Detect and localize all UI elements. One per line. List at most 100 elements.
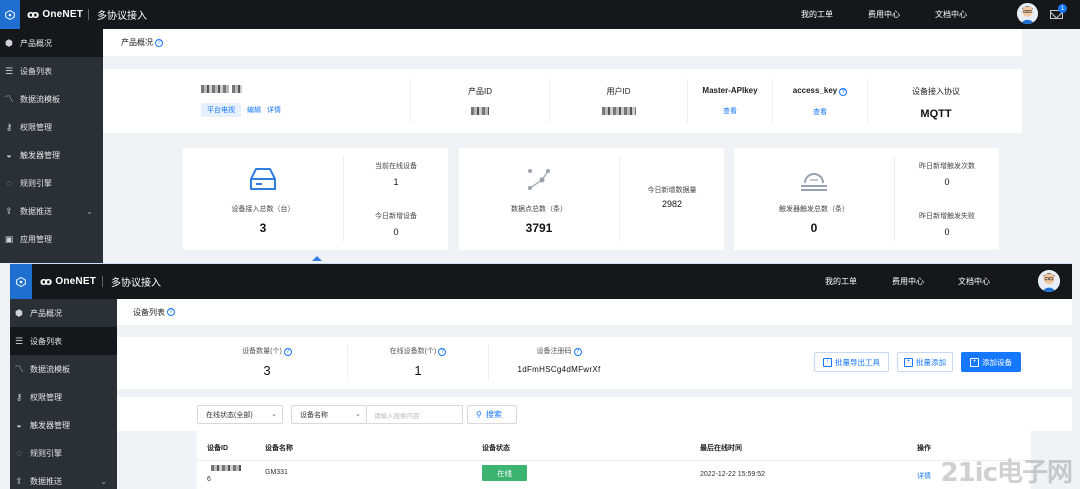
key-icon: ⚷ — [15, 392, 23, 402]
col-last-online: 最后在线时间 — [700, 445, 742, 452]
status-filter-select[interactable]: 在线状态(全部) ⌄ — [197, 405, 283, 424]
batch-export-button[interactable]: ↑ 批量导出工具 — [814, 352, 889, 372]
add-device-button[interactable]: + 添加设备 — [961, 352, 1021, 372]
product-tag: 平台电视 — [201, 103, 241, 117]
onenet-logo[interactable]: ꝏ OneNET — [40, 264, 96, 299]
help-icon[interactable]: ? — [573, 348, 582, 356]
sidebar-item-data-push[interactable]: ⇪ 数据推送 ⌄ — [0, 197, 103, 225]
top-bar: ꝏ OneNET 多协议接入 我的工单 费用中心 文档中心 — [10, 264, 1072, 299]
sidebar-item-app-management[interactable]: ▣ 应用管理 — [0, 225, 103, 253]
list-icon: ☰ — [14, 336, 24, 346]
col-device-id: 设备ID — [207, 445, 228, 452]
online-devices: 1 — [393, 177, 399, 187]
yesterday-triggers: 0 — [944, 177, 950, 187]
logo-loops-icon: ꝏ — [40, 276, 53, 288]
cube-icon: ⬢ — [15, 308, 23, 318]
nav-docs[interactable]: 文档中心 — [935, 0, 967, 29]
batch-add-button[interactable]: + 批量添加 — [897, 352, 953, 372]
add-device-icon: + — [970, 357, 979, 367]
help-icon[interactable]: ? — [167, 308, 175, 316]
sidebar-item-data-push[interactable]: ⇪ 数据推送 ⌄ — [10, 467, 117, 489]
user-avatar[interactable] — [1038, 270, 1060, 292]
chart-line-icon: 〽 — [4, 94, 14, 104]
nav-docs[interactable]: 文档中心 — [958, 264, 990, 299]
push-icon: ⇪ — [15, 476, 23, 486]
alarm-bell-icon — [801, 173, 827, 191]
help-icon[interactable]: ? — [283, 348, 292, 356]
product-title: 多协议接入 — [111, 278, 161, 289]
sidebar: ⬢ 产品概况 ☰ 设备列表 〽数据流模板 ⚷ 权限管理 ◒ 触发器管理 ◌ 规则引擎 ⇪ 数… — [10, 299, 117, 489]
sidebar-item-permissions[interactable]: ⚷ 权限管理 — [10, 383, 117, 411]
search-button[interactable]: ⚲ 搜索 — [467, 405, 517, 424]
sidebar-item-device-list[interactable]: ☰ 设备列表 — [0, 57, 103, 85]
online-count: 1 — [414, 363, 422, 378]
hexagon-icon — [5, 9, 15, 20]
help-icon[interactable]: ? — [155, 38, 163, 47]
sidebar-item-triggers[interactable]: ◒ 触发器管理 — [0, 141, 103, 169]
sidebar: ⬢ 产品概况 ☰ 设备列表 〽数据流模板 ⚷ 权限管理 ◒ 触发器管理 ◌ 规则引擎 ⇪ 数… — [0, 29, 103, 263]
hexagon-icon — [16, 276, 26, 287]
view-apikey-link[interactable]: 查看 — [688, 106, 772, 116]
search-input[interactable]: 请输入搜索内容 — [367, 405, 463, 424]
app-icon: ▣ — [4, 234, 14, 244]
product-name-block: 平台电视 编辑 详情 — [163, 69, 303, 133]
device-count: 3 — [263, 363, 271, 378]
cube-icon: ⬢ — [5, 38, 13, 48]
sidebar-item-datastream-template[interactable]: 〽数据流模板 — [0, 85, 103, 113]
view-access-key-link[interactable]: 查看 — [773, 107, 867, 117]
top-bar: ꝏ OneNET 多协议接入 我的工单 费用中心 文档中心 1 — [0, 0, 1080, 29]
sidebar-item-triggers[interactable]: ◒ 触发器管理 — [10, 411, 117, 439]
console-home-icon[interactable] — [10, 264, 32, 299]
edit-link[interactable]: 编辑 — [247, 107, 261, 114]
detail-link[interactable]: 详情 — [917, 471, 931, 481]
device-id-redacted — [211, 465, 241, 473]
divider — [102, 276, 103, 287]
nav-my-tickets[interactable]: 我的工单 — [825, 264, 857, 299]
search-icon: ⚲ — [476, 410, 482, 419]
search-field-select[interactable]: 设备名称 ⌄ — [291, 405, 367, 424]
device-stat-card: 设备接入总数（台） 3 当前在线设备 1 今日新增设备 0 — [183, 148, 448, 250]
notification-badge: 1 — [1058, 4, 1067, 13]
nav-my-tickets[interactable]: 我的工单 — [801, 0, 833, 29]
push-icon: ⇪ — [5, 206, 13, 216]
chevron-down-icon: ⌄ — [100, 476, 107, 486]
sidebar-item-device-list[interactable]: ☰ 设备列表 — [10, 327, 117, 355]
nav-billing[interactable]: 费用中心 — [868, 0, 900, 29]
user-avatar[interactable] — [1017, 3, 1038, 24]
register-code[interactable]: 1dFmHSCg4dMFwrXf — [489, 365, 629, 374]
sidebar-item-rule-engine[interactable]: ◌ 规则引擎 — [10, 439, 117, 467]
ring-icon: ◌ — [16, 448, 22, 458]
console-home-icon[interactable] — [0, 0, 20, 29]
chevron-down-icon: ⌄ — [86, 206, 93, 216]
col-actions: 操作 — [917, 445, 931, 452]
ring-icon: ◌ — [6, 178, 12, 188]
sidebar-item-datastream-template[interactable]: 〽数据流模板 — [10, 355, 117, 383]
datapoint-stat-card: 数据点总数（条） 3791 今日新增数据量 2982 — [459, 148, 724, 250]
product-name-redacted — [201, 85, 303, 95]
main-content: 设备列表? 设备数量(个)? 3 在线设备数(个)? 1 设备注册码? 1dFm… — [117, 299, 1072, 489]
device-box-icon — [250, 168, 276, 190]
filter-bar: 在线状态(全部) ⌄ 设备名称 ⌄ 请输入搜索内容 ⚲ 搜索 — [117, 397, 1072, 431]
online-count-block: 在线设备数(个)? 1 — [348, 337, 488, 389]
user-id-block: 用户ID — [550, 69, 687, 133]
export-icon: ↑ — [823, 357, 832, 367]
device-total: 3 — [259, 221, 267, 235]
sidebar-item-rule-engine[interactable]: ◌ 规则引擎 — [0, 169, 103, 197]
gauge-icon: ◒ — [6, 150, 12, 160]
selected-card-indicator — [312, 256, 322, 261]
detail-link[interactable]: 详情 — [267, 107, 281, 114]
sidebar-item-product-overview[interactable]: ⬢ 产品概况 — [10, 299, 117, 327]
onenet-logo[interactable]: ꝏ OneNET — [27, 0, 83, 29]
divider — [88, 9, 89, 20]
master-apikey-block: Master-APIkey 查看 — [688, 69, 772, 133]
status-badge: 在线 — [482, 465, 527, 481]
scatter-points-icon — [528, 169, 550, 190]
sidebar-item-permissions[interactable]: ⚷ 权限管理 — [0, 113, 103, 141]
chevron-down-icon: ⌄ — [271, 411, 277, 418]
user-id-redacted — [550, 107, 687, 117]
nav-billing[interactable]: 费用中心 — [892, 264, 924, 299]
help-icon[interactable]: ? — [438, 348, 447, 356]
help-icon[interactable]: ? — [839, 88, 848, 96]
device-id-suffix: 6 — [207, 476, 211, 483]
sidebar-item-product-overview[interactable]: ⬢ 产品概况 — [0, 29, 103, 57]
